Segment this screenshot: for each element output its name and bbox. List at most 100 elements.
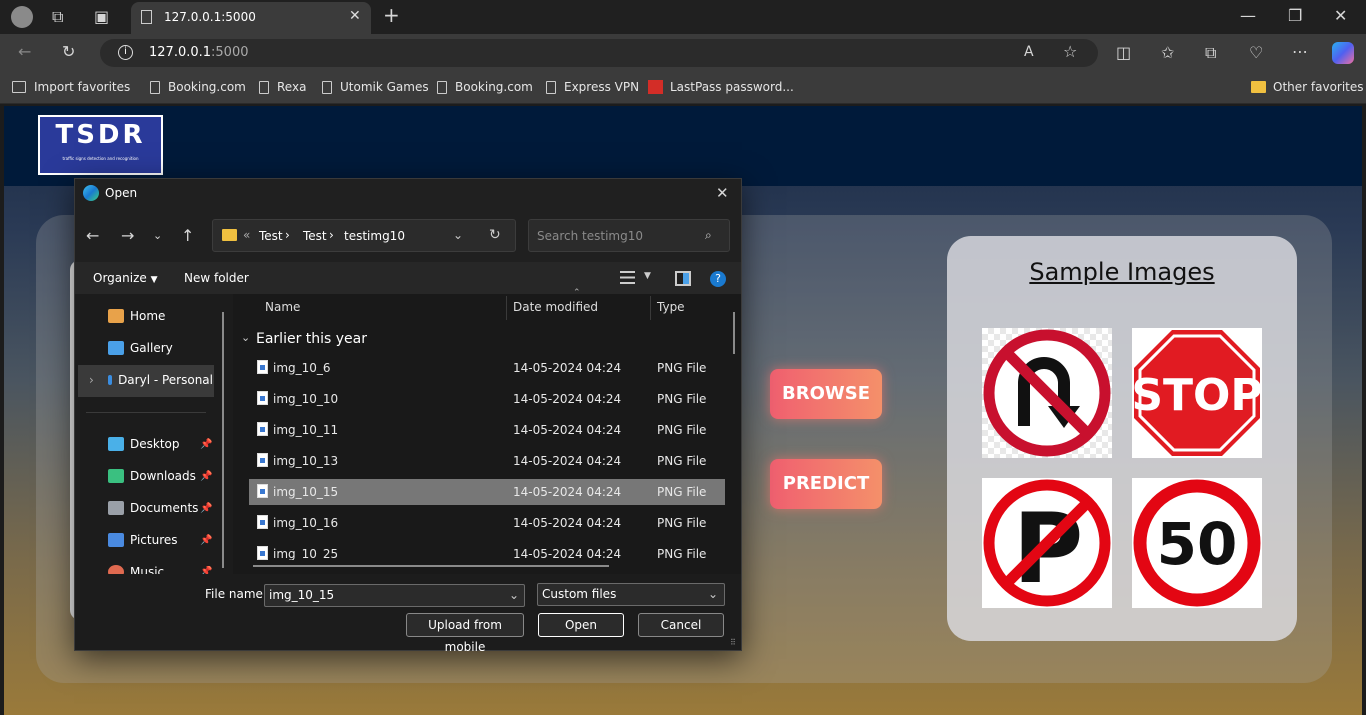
table-row[interactable]: img_10_13 14-05-2024 04:24 PNG File xyxy=(249,448,725,474)
restore-icon[interactable]: ❐ xyxy=(1288,6,1302,26)
nav-item-desktop[interactable]: Desktop xyxy=(108,437,180,451)
refresh-icon[interactable]: ↻ xyxy=(62,42,75,62)
no-u-turn-sign[interactable] xyxy=(982,328,1112,458)
row-clip: img_10_25 14-05-2024 04:24 PNG File xyxy=(249,541,725,560)
close-window-icon[interactable]: ✕ xyxy=(1334,6,1347,26)
file-name-field[interactable]: img_10_15 ⌄ xyxy=(264,584,525,607)
search-icon: ⌕ xyxy=(705,228,712,242)
table-row[interactable]: img_10_16 14-05-2024 04:24 PNG File xyxy=(249,510,725,536)
upload-from-mobile-button[interactable]: Upload from mobile xyxy=(406,613,524,654)
breadcrumb-testimg10[interactable]: testimg10 xyxy=(344,229,405,243)
new-folder-button[interactable]: New folder xyxy=(184,271,249,285)
nav-item-home[interactable]: Home xyxy=(108,309,165,323)
fav-rexa[interactable]: Rexa xyxy=(259,80,306,94)
file-scrollbar[interactable] xyxy=(733,312,735,354)
folder-icon xyxy=(1251,81,1266,93)
column-header-date[interactable]: Date modified xyxy=(513,300,598,314)
split-screen-icon[interactable]: ◫ xyxy=(1116,43,1131,63)
path-breadcrumb[interactable]: « Test › Test › testimg10 ⌄ ↻ xyxy=(212,219,516,252)
search-input[interactable]: Search testimg10 xyxy=(537,229,643,243)
nav-item-pictures[interactable]: Pictures xyxy=(108,533,178,547)
page-icon xyxy=(259,80,269,94)
browser-essentials-icon[interactable]: ♡ xyxy=(1249,43,1263,63)
fav-other[interactable]: Other favorites xyxy=(1251,80,1364,94)
breadcrumb-test-1[interactable]: Test xyxy=(259,229,283,243)
no-parking-sign[interactable]: P xyxy=(982,478,1112,608)
resize-grip-icon[interactable]: ⠿ xyxy=(730,638,736,647)
table-row[interactable]: img_10_10 14-05-2024 04:24 PNG File xyxy=(249,386,725,412)
column-header-type[interactable]: Type xyxy=(657,300,685,314)
fav-utomik[interactable]: Utomik Games xyxy=(322,80,429,94)
chevron-down-icon[interactable]: ⌄ xyxy=(453,228,463,242)
file-type-select[interactable]: Custom files ⌄ xyxy=(537,583,725,606)
close-tab-icon[interactable]: ✕ xyxy=(349,8,361,24)
favorite-star-icon[interactable]: ☆ xyxy=(1063,42,1077,62)
fav-lastpass[interactable]: LastPass password... xyxy=(648,80,794,94)
profile-avatar[interactable] xyxy=(11,6,33,28)
organize-button[interactable]: Organize ▼ xyxy=(93,271,158,285)
png-file-icon xyxy=(257,484,268,498)
folder-icon xyxy=(222,229,237,241)
group-collapse-icon[interactable]: ⌄ xyxy=(241,331,250,344)
speed-limit-sign[interactable]: 50 xyxy=(1132,478,1262,608)
collections-icon[interactable]: ⧉ xyxy=(1205,43,1216,63)
new-tab-icon[interactable]: + xyxy=(383,5,400,25)
workspaces-icon[interactable]: ⧉ xyxy=(52,7,63,27)
nav-item-onedrive[interactable]: Daryl - Personal xyxy=(108,373,213,387)
info-icon[interactable]: i xyxy=(118,45,133,60)
browse-button[interactable]: BROWSE xyxy=(770,369,882,419)
preview-pane-icon[interactable] xyxy=(675,271,691,286)
column-header-name[interactable]: Name xyxy=(265,300,300,314)
up-icon[interactable]: ↑ xyxy=(181,226,194,246)
table-row[interactable]: img_10_11 14-05-2024 04:24 PNG File xyxy=(249,417,725,443)
nav-item-documents[interactable]: Documents xyxy=(108,501,198,515)
chevron-down-icon: ▼ xyxy=(150,275,158,285)
table-row-selected[interactable]: img_10_15 14-05-2024 04:24 PNG File xyxy=(249,479,725,505)
music-icon xyxy=(108,565,124,574)
table-row[interactable]: img_10_25 14-05-2024 04:24 PNG File xyxy=(249,541,725,560)
search-box[interactable]: Search testimg10 ⌕ xyxy=(528,219,730,252)
chevron-down-icon[interactable]: ▼ xyxy=(644,271,651,281)
recent-locations-icon[interactable]: ⌄ xyxy=(153,226,162,246)
more-icon[interactable]: ⋯ xyxy=(1292,42,1308,62)
chevron-down-icon[interactable]: ⌄ xyxy=(708,584,718,605)
forward-icon[interactable]: → xyxy=(121,226,134,246)
table-row[interactable]: img_10_6 14-05-2024 04:24 PNG File xyxy=(249,355,725,381)
speed-value: 50 xyxy=(1157,510,1238,578)
refresh-icon[interactable]: ↻ xyxy=(489,227,501,243)
fav-import[interactable]: Import favorites xyxy=(12,80,130,94)
group-header[interactable]: Earlier this year xyxy=(256,331,367,347)
nav-item-downloads[interactable]: Downloads xyxy=(108,469,196,483)
back-icon[interactable]: ← xyxy=(18,42,31,62)
nav-item-music[interactable]: Music xyxy=(108,565,164,574)
open-button[interactable]: Open xyxy=(538,613,624,637)
expand-chevron-icon[interactable]: › xyxy=(89,373,94,387)
nav-scrollbar[interactable] xyxy=(222,312,224,568)
chevron-right-icon: › xyxy=(285,228,290,242)
back-icon[interactable]: ← xyxy=(86,226,99,246)
nav-item-gallery[interactable]: Gallery xyxy=(108,341,173,355)
stop-sign[interactable]: STOP xyxy=(1131,328,1263,458)
minimize-icon[interactable]: — xyxy=(1240,6,1256,26)
address-bar[interactable]: i 127.0.0.1:5000 A ☆ xyxy=(100,39,1098,67)
fav-booking-1[interactable]: Booking.com xyxy=(150,80,246,94)
overflow-chevrons[interactable]: « xyxy=(243,228,250,242)
copilot-icon[interactable] xyxy=(1332,42,1354,64)
horizontal-scrollbar[interactable] xyxy=(253,565,609,567)
tab-actions-icon[interactable]: ▣ xyxy=(94,7,109,27)
navigation-pane xyxy=(75,294,233,574)
read-aloud-icon[interactable]: A xyxy=(1024,42,1034,62)
chevron-right-icon: › xyxy=(329,228,334,242)
dialog-close-icon[interactable]: ✕ xyxy=(716,183,729,203)
fav-expressvpn[interactable]: Express VPN xyxy=(546,80,639,94)
png-file-icon xyxy=(257,453,268,467)
predict-button[interactable]: PREDICT xyxy=(770,459,882,509)
active-tab[interactable]: 127.0.0.1:5000 ✕ xyxy=(131,2,371,34)
fav-booking-2[interactable]: Booking.com xyxy=(437,80,533,94)
breadcrumb-test-2[interactable]: Test xyxy=(303,229,327,243)
chevron-down-icon[interactable]: ⌄ xyxy=(509,585,519,606)
cancel-button[interactable]: Cancel xyxy=(638,613,724,637)
favorites-icon[interactable]: ✩ xyxy=(1161,43,1174,63)
view-options-icon[interactable] xyxy=(620,271,635,284)
help-icon[interactable]: ? xyxy=(710,271,726,287)
